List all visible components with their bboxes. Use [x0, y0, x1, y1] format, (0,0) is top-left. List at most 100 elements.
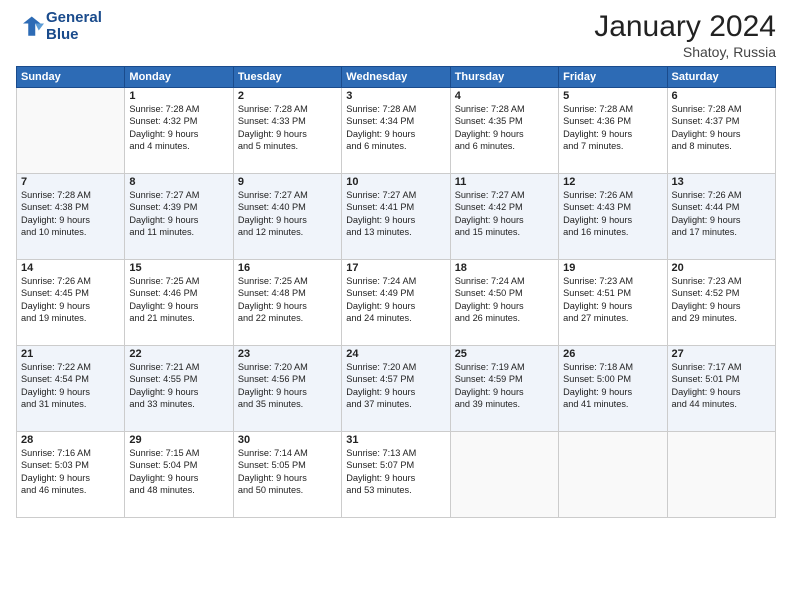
day-number: 17 [346, 262, 445, 274]
col-thursday: Thursday [450, 67, 558, 88]
day-number: 28 [21, 434, 120, 446]
day-info: Sunset: 4:55 PM [129, 373, 228, 385]
day-info: and 21 minutes. [129, 312, 228, 324]
day-cell: 11Sunrise: 7:27 AMSunset: 4:42 PMDayligh… [450, 174, 558, 260]
day-info: Daylight: 9 hours [563, 128, 662, 140]
day-info: Sunrise: 7:21 AM [129, 361, 228, 373]
day-number: 29 [129, 434, 228, 446]
logo-icon [16, 13, 44, 41]
day-info: Sunrise: 7:28 AM [346, 103, 445, 115]
day-info: Sunset: 4:35 PM [455, 115, 554, 127]
week-row-1: 7Sunrise: 7:28 AMSunset: 4:38 PMDaylight… [17, 174, 776, 260]
day-cell: 24Sunrise: 7:20 AMSunset: 4:57 PMDayligh… [342, 346, 450, 432]
week-row-4: 28Sunrise: 7:16 AMSunset: 5:03 PMDayligh… [17, 432, 776, 518]
col-saturday: Saturday [667, 67, 775, 88]
day-info: Sunset: 4:56 PM [238, 373, 337, 385]
day-info: and 24 minutes. [346, 312, 445, 324]
day-info: Sunrise: 7:25 AM [129, 275, 228, 287]
day-number: 30 [238, 434, 337, 446]
day-cell [450, 432, 558, 518]
day-info: Sunrise: 7:27 AM [129, 189, 228, 201]
day-info: Sunrise: 7:24 AM [346, 275, 445, 287]
day-info: Daylight: 9 hours [238, 214, 337, 226]
day-info: and 11 minutes. [129, 226, 228, 238]
day-info: Sunrise: 7:14 AM [238, 447, 337, 459]
week-row-2: 14Sunrise: 7:26 AMSunset: 4:45 PMDayligh… [17, 260, 776, 346]
day-info: Sunset: 5:04 PM [129, 459, 228, 471]
day-number: 12 [563, 176, 662, 188]
day-info: Daylight: 9 hours [238, 300, 337, 312]
day-info: Sunrise: 7:23 AM [672, 275, 771, 287]
col-sunday: Sunday [17, 67, 125, 88]
day-info: and 31 minutes. [21, 398, 120, 410]
day-cell: 30Sunrise: 7:14 AMSunset: 5:05 PMDayligh… [233, 432, 341, 518]
day-info: Sunrise: 7:13 AM [346, 447, 445, 459]
page: General Blue January 2024 Shatoy, Russia… [0, 0, 792, 612]
day-cell: 6Sunrise: 7:28 AMSunset: 4:37 PMDaylight… [667, 88, 775, 174]
day-cell: 25Sunrise: 7:19 AMSunset: 4:59 PMDayligh… [450, 346, 558, 432]
day-cell: 16Sunrise: 7:25 AMSunset: 4:48 PMDayligh… [233, 260, 341, 346]
day-info: Daylight: 9 hours [455, 214, 554, 226]
day-cell [17, 88, 125, 174]
day-info: Sunrise: 7:15 AM [129, 447, 228, 459]
day-info: and 26 minutes. [455, 312, 554, 324]
day-info: Sunrise: 7:18 AM [563, 361, 662, 373]
day-info: and 33 minutes. [129, 398, 228, 410]
day-cell: 31Sunrise: 7:13 AMSunset: 5:07 PMDayligh… [342, 432, 450, 518]
day-info: Sunset: 4:51 PM [563, 287, 662, 299]
day-cell: 23Sunrise: 7:20 AMSunset: 4:56 PMDayligh… [233, 346, 341, 432]
day-info: Daylight: 9 hours [21, 214, 120, 226]
day-info: Daylight: 9 hours [21, 386, 120, 398]
day-number: 24 [346, 348, 445, 360]
day-info: Sunrise: 7:27 AM [455, 189, 554, 201]
day-info: Daylight: 9 hours [672, 300, 771, 312]
day-number: 7 [21, 176, 120, 188]
day-info: and 29 minutes. [672, 312, 771, 324]
day-info: Sunrise: 7:28 AM [672, 103, 771, 115]
day-number: 13 [672, 176, 771, 188]
day-info: and 44 minutes. [672, 398, 771, 410]
day-info: and 27 minutes. [563, 312, 662, 324]
day-info: Sunrise: 7:25 AM [238, 275, 337, 287]
day-info: Sunset: 4:46 PM [129, 287, 228, 299]
day-info: Sunrise: 7:27 AM [346, 189, 445, 201]
day-info: and 50 minutes. [238, 484, 337, 496]
day-info: and 19 minutes. [21, 312, 120, 324]
day-cell: 26Sunrise: 7:18 AMSunset: 5:00 PMDayligh… [559, 346, 667, 432]
day-number: 31 [346, 434, 445, 446]
day-info: Daylight: 9 hours [129, 386, 228, 398]
day-info: Sunset: 4:32 PM [129, 115, 228, 127]
day-info: Daylight: 9 hours [672, 128, 771, 140]
day-info: Daylight: 9 hours [346, 300, 445, 312]
col-wednesday: Wednesday [342, 67, 450, 88]
day-info: Daylight: 9 hours [563, 300, 662, 312]
day-number: 25 [455, 348, 554, 360]
day-info: Sunset: 5:05 PM [238, 459, 337, 471]
day-info: Sunset: 4:36 PM [563, 115, 662, 127]
day-info: and 15 minutes. [455, 226, 554, 238]
day-cell: 7Sunrise: 7:28 AMSunset: 4:38 PMDaylight… [17, 174, 125, 260]
day-info: Daylight: 9 hours [238, 128, 337, 140]
week-row-0: 1Sunrise: 7:28 AMSunset: 4:32 PMDaylight… [17, 88, 776, 174]
day-info: and 39 minutes. [455, 398, 554, 410]
day-info: Daylight: 9 hours [21, 472, 120, 484]
day-cell: 1Sunrise: 7:28 AMSunset: 4:32 PMDaylight… [125, 88, 233, 174]
day-info: and 22 minutes. [238, 312, 337, 324]
day-number: 21 [21, 348, 120, 360]
day-cell: 17Sunrise: 7:24 AMSunset: 4:49 PMDayligh… [342, 260, 450, 346]
logo-text: General Blue [46, 10, 102, 43]
day-info: Sunset: 4:42 PM [455, 201, 554, 213]
logo-line1: General [46, 10, 102, 27]
day-info: Daylight: 9 hours [238, 386, 337, 398]
day-info: Daylight: 9 hours [346, 472, 445, 484]
day-info: Sunset: 5:07 PM [346, 459, 445, 471]
day-info: and 13 minutes. [346, 226, 445, 238]
day-info: Daylight: 9 hours [346, 128, 445, 140]
day-info: Daylight: 9 hours [346, 386, 445, 398]
day-info: Sunset: 4:45 PM [21, 287, 120, 299]
day-cell [559, 432, 667, 518]
day-cell: 14Sunrise: 7:26 AMSunset: 4:45 PMDayligh… [17, 260, 125, 346]
day-info: Sunset: 4:48 PM [238, 287, 337, 299]
day-info: and 17 minutes. [672, 226, 771, 238]
day-info: Sunset: 4:50 PM [455, 287, 554, 299]
